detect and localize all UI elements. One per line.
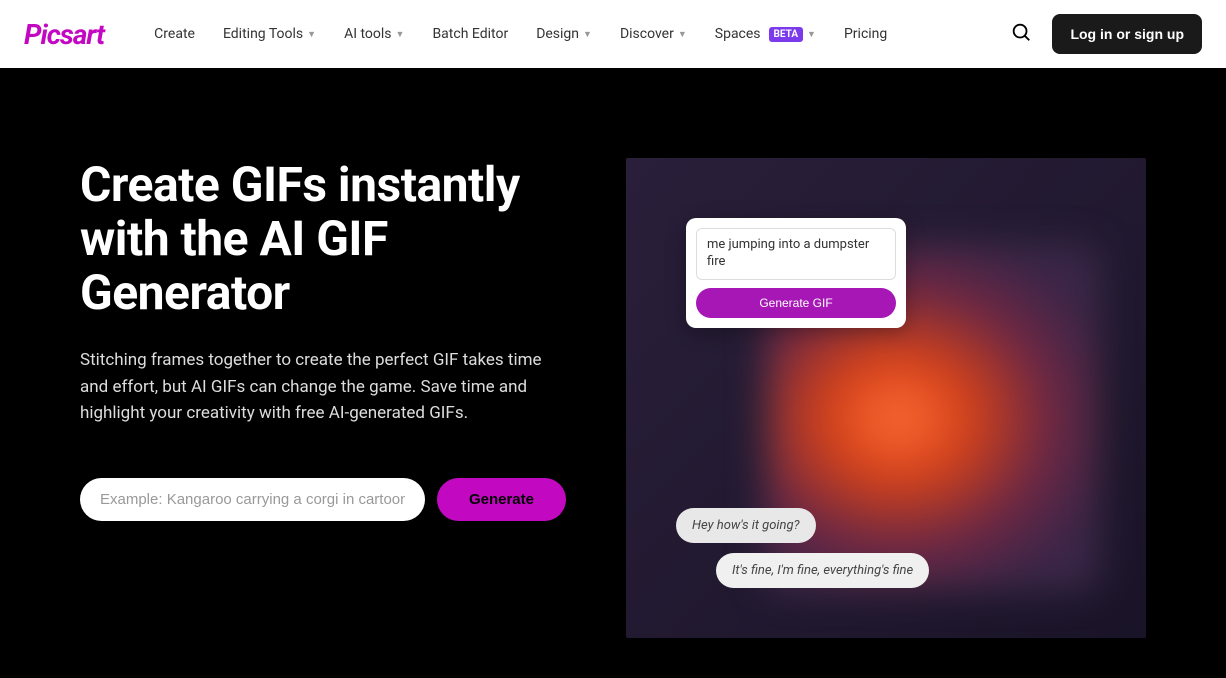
prompt-form: Generate <box>80 478 566 521</box>
prompt-input[interactable] <box>80 478 425 521</box>
nav-editing-tools[interactable]: Editing Tools ▼ <box>223 26 316 42</box>
chevron-down-icon: ▼ <box>307 29 316 40</box>
hero-illustration: me jumping into a dumpster fire Generate… <box>626 158 1146 638</box>
nav-label: Create <box>154 26 195 42</box>
hero-title: Create GIFs instantly with the AI GIF Ge… <box>80 158 566 319</box>
nav-label: Pricing <box>844 26 887 42</box>
demo-chat-bubbles: Hey how's it going? It's fine, I'm fine,… <box>676 508 929 588</box>
demo-prompt-card: me jumping into a dumpster fire Generate… <box>686 218 906 328</box>
chevron-down-icon: ▼ <box>807 29 816 40</box>
nav-ai-tools[interactable]: AI tools ▼ <box>344 26 404 42</box>
hero-section: Create GIFs instantly with the AI GIF Ge… <box>0 68 1226 678</box>
generate-button[interactable]: Generate <box>437 478 566 521</box>
hero-description: Stitching frames together to create the … <box>80 347 566 426</box>
nav-spaces[interactable]: Spaces BETA▼ <box>715 26 816 42</box>
nav-label: Editing Tools <box>223 26 303 42</box>
nav-label: Batch Editor <box>432 26 508 42</box>
chat-bubble: It's fine, I'm fine, everything's fine <box>716 553 929 588</box>
beta-badge: BETA <box>769 27 804 42</box>
search-icon[interactable] <box>1010 21 1032 47</box>
nav-pricing[interactable]: Pricing <box>844 26 887 42</box>
header-actions: Log in or sign up <box>1010 14 1202 54</box>
demo-generate-button: Generate GIF <box>696 288 896 318</box>
nav-design[interactable]: Design ▼ <box>536 26 592 42</box>
chat-bubble: Hey how's it going? <box>676 508 816 543</box>
brand-logo[interactable]: Picsart <box>24 18 104 51</box>
nav-label: Discover <box>620 26 674 42</box>
nav-label: Spaces <box>715 26 761 42</box>
nav-discover[interactable]: Discover ▼ <box>620 26 687 42</box>
hero-content: Create GIFs instantly with the AI GIF Ge… <box>80 158 566 638</box>
nav-label: Design <box>536 26 579 42</box>
main-header: Picsart Create Editing Tools ▼ AI tools ▼ … <box>0 0 1226 68</box>
chevron-down-icon: ▼ <box>678 29 687 40</box>
nav-label: AI tools <box>344 26 391 42</box>
nav-batch-editor[interactable]: Batch Editor <box>432 26 508 42</box>
chevron-down-icon: ▼ <box>583 29 592 40</box>
chevron-down-icon: ▼ <box>396 29 405 40</box>
nav-create[interactable]: Create <box>154 26 195 42</box>
demo-frame: me jumping into a dumpster fire Generate… <box>716 218 1056 598</box>
main-nav: Create Editing Tools ▼ AI tools ▼ Batch Ed… <box>154 26 1010 42</box>
login-button[interactable]: Log in or sign up <box>1052 14 1202 54</box>
demo-prompt-text: me jumping into a dumpster fire <box>696 228 896 280</box>
